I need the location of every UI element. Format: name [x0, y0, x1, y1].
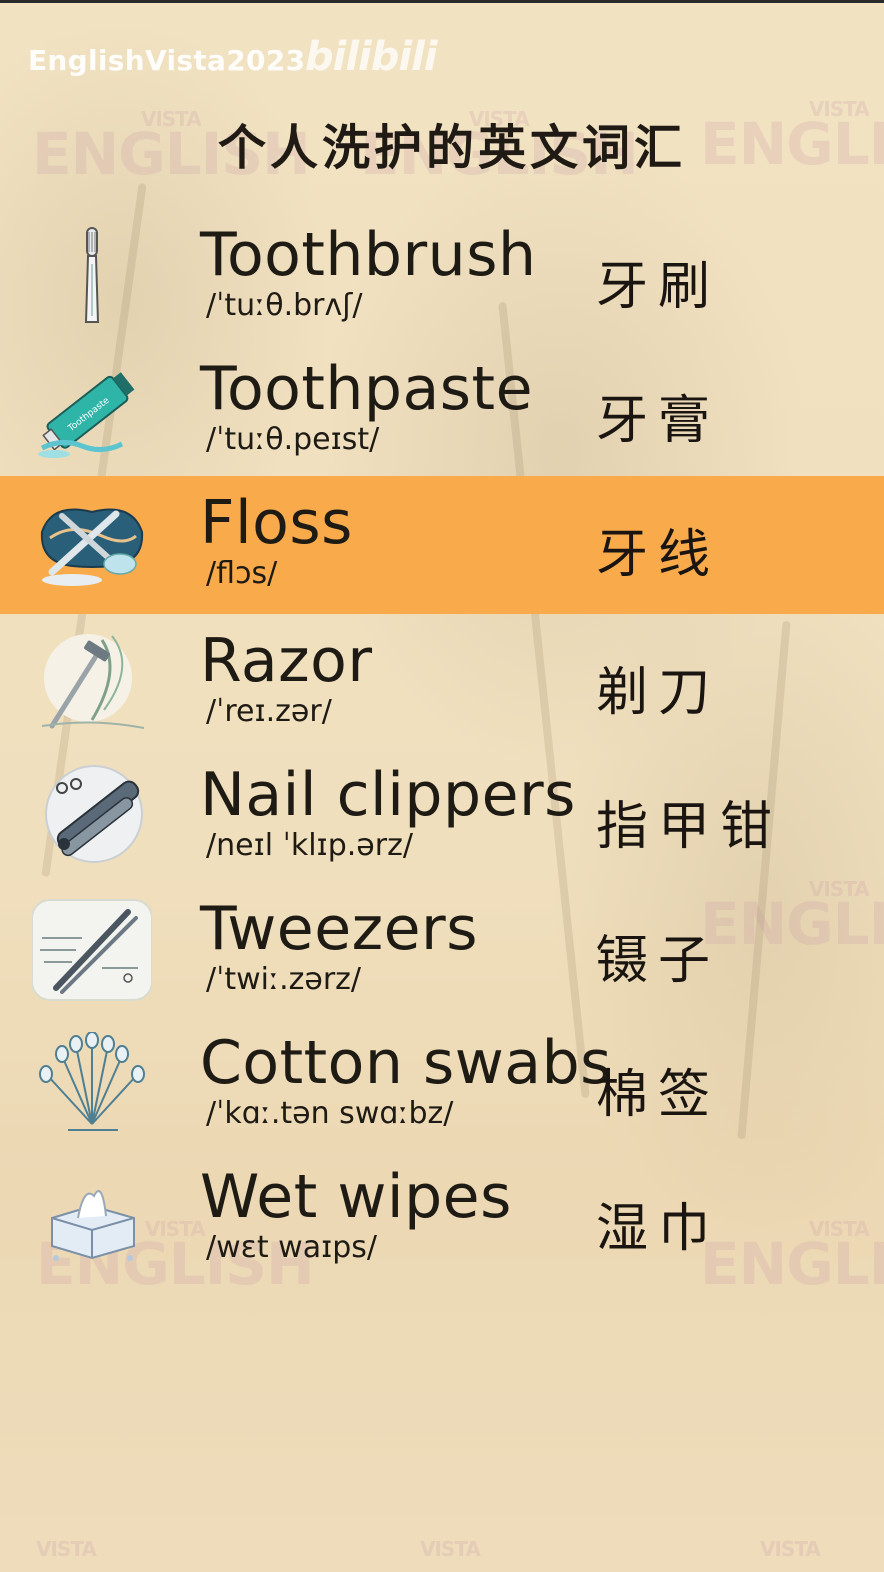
list-item: Wet wipes /wɛt waɪps/ 湿巾 — [0, 1150, 884, 1284]
channel-name: EnglishVista2023 — [28, 44, 306, 77]
word-phonetic: /ˈtuːθ.brʌʃ/ — [206, 288, 363, 323]
bilibili-logo: bilibili — [305, 34, 438, 80]
word-english: Wet wipes — [200, 1162, 512, 1232]
toothbrush-icon — [32, 224, 152, 328]
word-phonetic: /flɔs/ — [206, 556, 278, 591]
list-item: Cotton swabs /ˈkɑː.tən swɑːbz/ 棉签 — [0, 1016, 884, 1150]
word-chinese: 湿巾 — [596, 1199, 721, 1259]
word-chinese: 棉签 — [596, 1065, 721, 1125]
page-title: 个人洗护的英文词汇 — [217, 120, 686, 176]
top-border — [0, 0, 884, 3]
word-english: Tweezers — [200, 894, 478, 964]
word-english: Cotton swabs — [200, 1028, 612, 1098]
word-english: Razor — [200, 626, 373, 696]
word-english: Toothbrush — [200, 220, 537, 290]
word-chinese: 指甲钳 — [596, 797, 783, 857]
vocabulary-list: Toothbrush /ˈtuːθ.brʌʃ/ 牙刷 Toothpaste To… — [0, 208, 884, 1284]
word-phonetic: /ˈkɑː.tən swɑːbz/ — [206, 1096, 454, 1131]
word-chinese: 镊子 — [596, 931, 721, 991]
word-phonetic: /ˈtwiː.zərz/ — [206, 962, 362, 997]
word-phonetic: /ˈtuːθ.peɪst/ — [206, 422, 380, 457]
toothpaste-icon: Toothpaste — [32, 358, 152, 462]
list-item: Tweezers /ˈtwiː.zərz/ 镊子 — [0, 882, 884, 1016]
word-english: Toothpaste — [200, 354, 533, 424]
word-phonetic: /ˈreɪ.zər/ — [206, 694, 332, 729]
razor-icon — [32, 630, 152, 734]
list-item: Nail clippers /neɪl ˈklɪp.ərz/ 指甲钳 — [0, 748, 884, 882]
list-item-highlighted: Floss /flɔs/ 牙线 — [0, 476, 884, 614]
list-item: Razor /ˈreɪ.zər/ 剃刀 — [0, 614, 884, 748]
word-chinese: 牙刷 — [596, 257, 721, 317]
word-english: Nail clippers — [200, 760, 576, 830]
word-chinese: 牙线 — [596, 525, 721, 585]
wet-wipes-icon — [32, 1166, 152, 1270]
word-chinese: 剃刀 — [596, 663, 721, 723]
nail-clippers-icon — [32, 764, 152, 868]
word-chinese: 牙膏 — [596, 391, 721, 451]
word-phonetic: /wɛt waɪps/ — [206, 1230, 378, 1265]
list-item: Toothbrush /ˈtuːθ.brʌʃ/ 牙刷 — [0, 208, 884, 342]
floss-icon — [32, 492, 152, 596]
word-english: Floss — [200, 488, 353, 558]
list-item: Toothpaste Toothpaste /ˈtuːθ.peɪst/ 牙膏 — [0, 342, 884, 476]
cotton-swabs-icon — [32, 1031, 152, 1136]
tweezers-icon — [31, 898, 153, 1002]
word-phonetic: /neɪl ˈklɪp.ərz/ — [206, 828, 413, 863]
